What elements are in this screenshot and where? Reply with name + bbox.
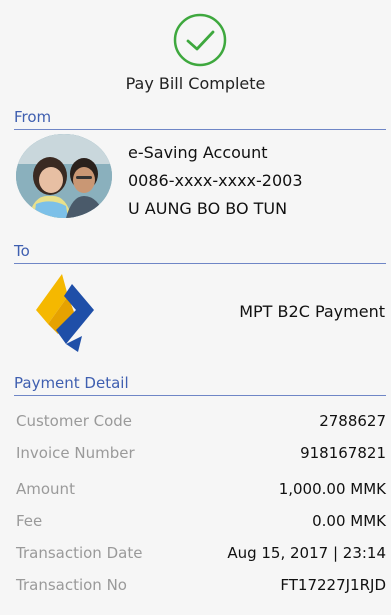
detail-label: Invoice Number: [16, 444, 135, 462]
detail-label: Transaction Date: [16, 544, 143, 562]
detail-value: FT17227J1RJD: [280, 576, 386, 594]
account-number: 0086-xxxx-xxxx-2003: [128, 171, 303, 190]
detail-label: Fee: [16, 512, 43, 530]
biller-name: MPT B2C Payment: [239, 302, 385, 321]
detail-value: Aug 15, 2017 | 23:14: [227, 544, 386, 562]
payment-detail-heading: Payment Detail: [14, 374, 386, 396]
mpt-logo-icon: [36, 274, 94, 352]
detail-label: Customer Code: [16, 412, 133, 430]
check-circle-icon: [173, 13, 227, 67]
page-title: Pay Bill Complete: [125, 74, 266, 93]
detail-label: Transaction No: [16, 576, 127, 594]
detail-value: 0.00 MMK: [312, 512, 386, 530]
avatar-photo: [16, 134, 112, 218]
detail-row-transaction-no: Transaction No FT17227J1RJD: [14, 576, 386, 600]
detail-row-amount: Amount 1,000.00 MMK: [14, 480, 386, 504]
detail-row-invoice-number: Invoice Number 918167821: [14, 444, 386, 468]
from-section-heading: From: [14, 108, 386, 130]
confirmation-header: Pay Bill Complete: [0, 0, 391, 100]
detail-value: 2788627: [319, 412, 386, 430]
account-holder: U AUNG BO BO TUN: [128, 199, 288, 218]
detail-label: Amount: [16, 480, 75, 498]
detail-row-transaction-date: Transaction Date Aug 15, 2017 | 23:14: [14, 544, 386, 568]
avatar: [16, 134, 112, 218]
detail-value: 918167821: [300, 444, 386, 462]
detail-row-fee: Fee 0.00 MMK: [14, 512, 386, 536]
detail-value: 1,000.00 MMK: [278, 480, 386, 498]
account-type: e-Saving Account: [128, 143, 268, 162]
detail-row-customer-code: Customer Code 2788627: [14, 412, 386, 436]
to-section-heading: To: [14, 242, 386, 264]
